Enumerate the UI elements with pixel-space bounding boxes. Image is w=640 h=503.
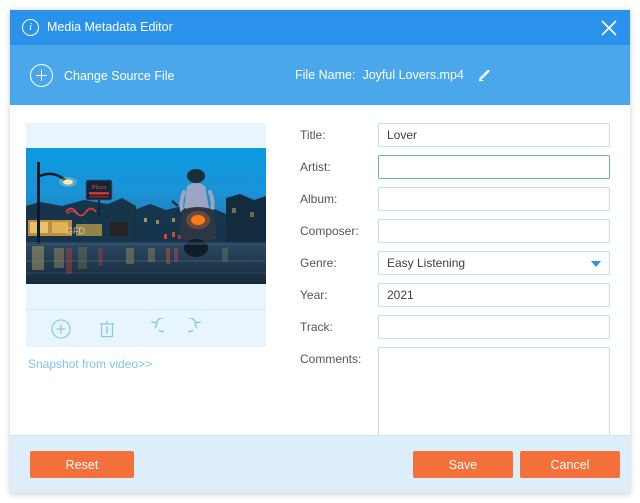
snapshot-from-video-link[interactable]: Snapshot from video>> [28, 357, 152, 371]
svg-text:Pizza: Pizza [92, 184, 106, 191]
add-image-icon[interactable] [38, 313, 84, 345]
composer-label: Composer: [300, 224, 359, 238]
genre-select[interactable] [378, 251, 610, 275]
year-label: Year: [300, 288, 328, 302]
artist-input[interactable] [378, 155, 610, 179]
rotate-left-icon[interactable] [130, 313, 176, 345]
info-icon: i [22, 19, 39, 36]
composer-input[interactable] [378, 219, 610, 243]
delete-image-icon[interactable] [84, 313, 130, 345]
plus-circle-icon [30, 64, 53, 87]
form-row-year: Year: [300, 283, 612, 307]
metadata-form: Title: Artist: Album: Composer: Genre: [300, 123, 612, 456]
file-name-label: File Name: [295, 68, 356, 82]
edit-pencil-icon[interactable] [476, 68, 491, 83]
reset-button[interactable]: Reset [30, 451, 134, 478]
track-label: Track: [300, 320, 333, 334]
form-row-genre: Genre: [300, 251, 612, 275]
title-label: Title: [300, 128, 326, 142]
change-source-file-button[interactable]: Change Source File [30, 63, 174, 88]
save-button[interactable]: Save [413, 451, 513, 478]
media-metadata-editor-window: i Media Metadata Editor Change Source Fi… [10, 10, 630, 493]
comments-label: Comments: [300, 352, 362, 366]
genre-label: Genre: [300, 256, 337, 270]
track-input[interactable] [378, 315, 610, 339]
artist-label: Artist: [300, 160, 331, 174]
title-input[interactable] [378, 123, 610, 147]
cancel-button[interactable]: Cancel [520, 451, 620, 478]
file-name-value: Joyful Lovers.mp4 [362, 68, 464, 82]
form-row-track: Track: [300, 315, 612, 339]
form-row-comments: Comments: [300, 347, 612, 448]
page-title: Media Metadata Editor [47, 20, 173, 34]
form-row-composer: Composer: [300, 219, 612, 243]
body-area: GFD Pizza Snapshot from video>> Title: L… [10, 105, 630, 448]
cover-art-thumbnail[interactable]: GFD Pizza [26, 148, 266, 284]
close-icon[interactable] [598, 17, 620, 39]
footer-bar: Reset Save Cancel [10, 435, 630, 493]
year-input[interactable] [378, 283, 610, 307]
album-label: Album: [300, 192, 338, 206]
title-bar: i Media Metadata Editor [10, 10, 630, 45]
thumbnail-panel: GFD Pizza [26, 123, 266, 347]
header-bar: Change Source File File Name: Joyful Lov… [10, 45, 630, 105]
rotate-right-icon[interactable] [176, 313, 222, 345]
album-input[interactable] [378, 187, 610, 211]
thumbnail-toolbar [26, 309, 266, 347]
form-row-title: Title: [300, 123, 612, 147]
genre-select-wrap [378, 251, 610, 275]
file-name-group: File Name: Joyful Lovers.mp4 [295, 65, 491, 85]
form-row-album: Album: [300, 187, 612, 211]
change-source-file-label: Change Source File [64, 68, 175, 83]
svg-text:GFD: GFD [66, 226, 85, 236]
form-row-artist: Artist: [300, 155, 612, 179]
comments-input[interactable] [378, 347, 610, 448]
